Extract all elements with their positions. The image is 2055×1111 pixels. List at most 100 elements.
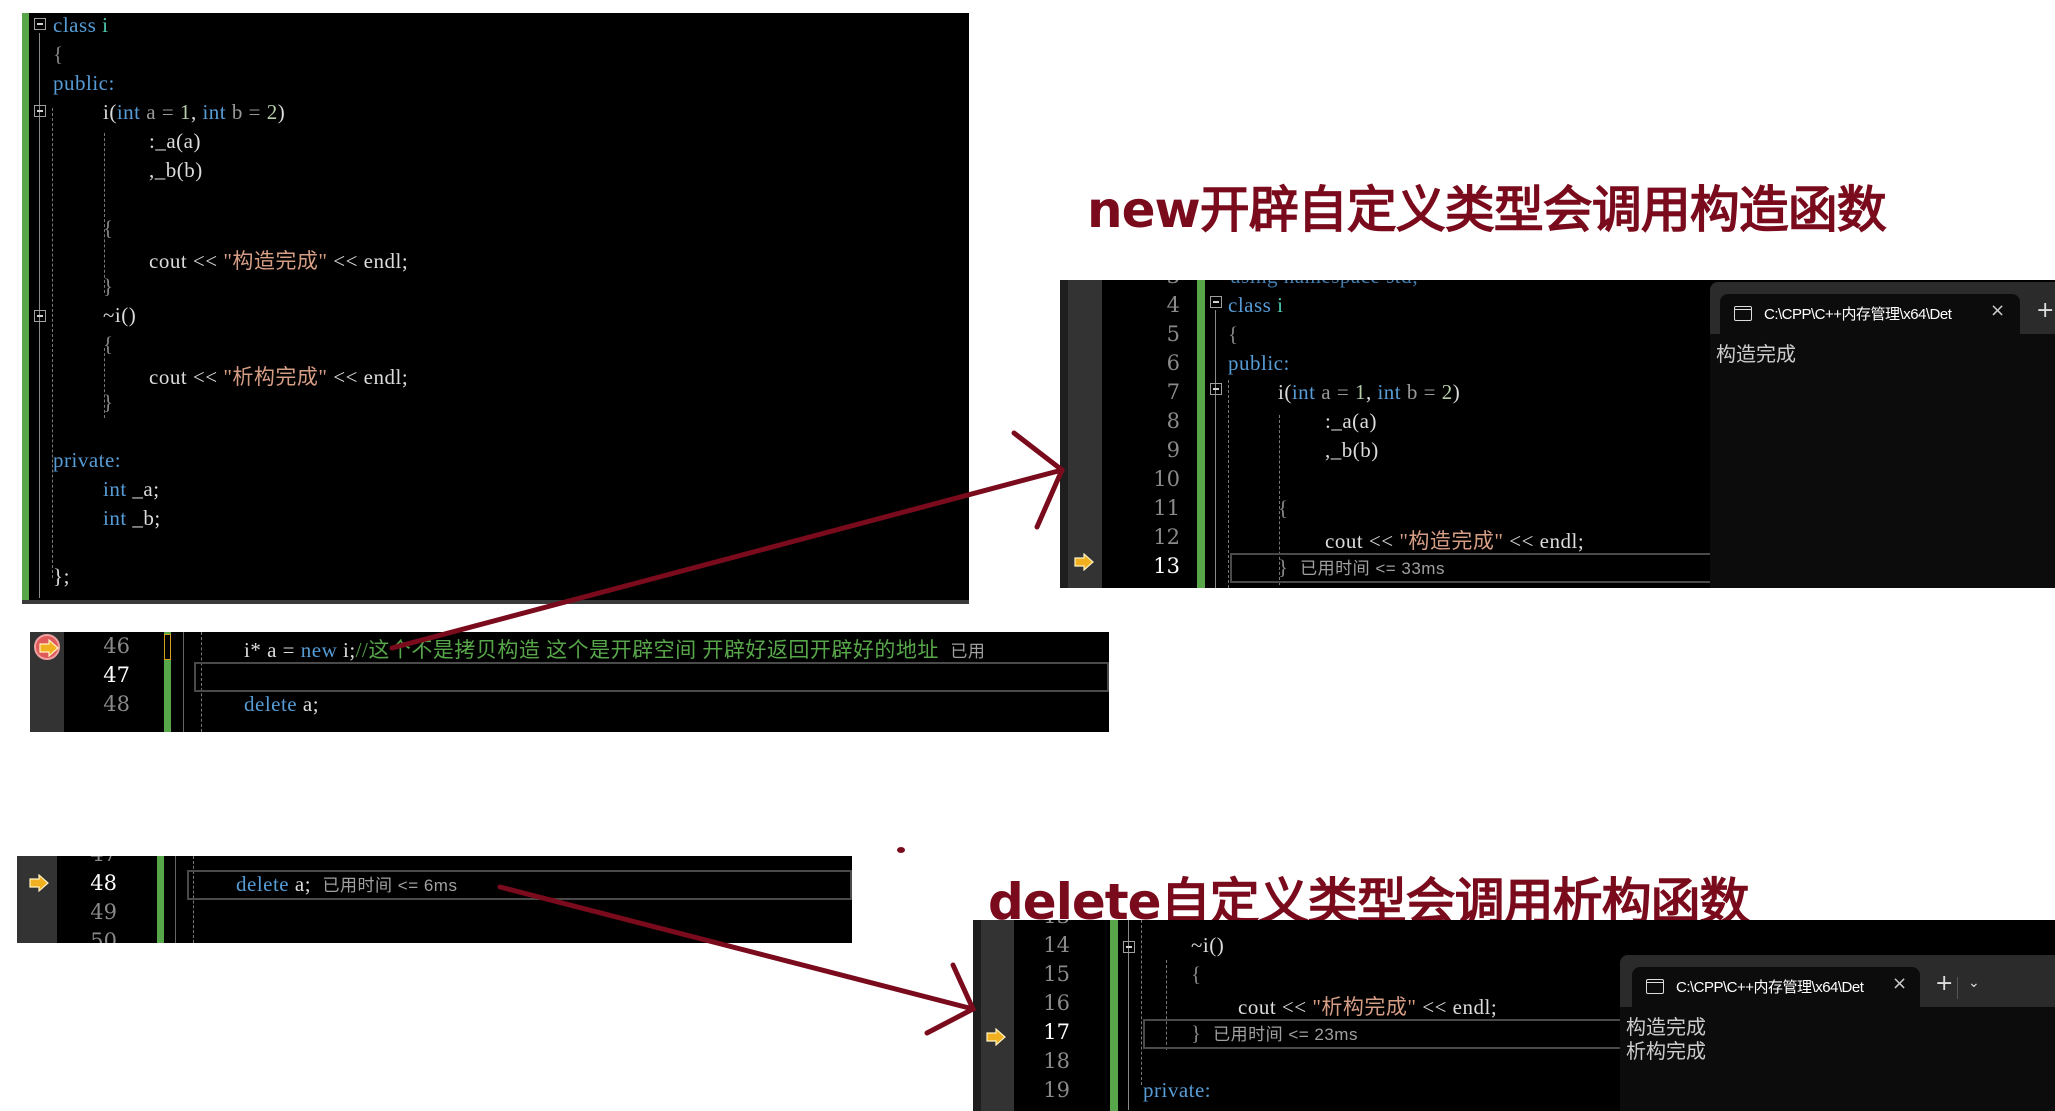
glyph-margin	[981, 920, 1014, 1111]
line-number: 14	[1043, 933, 1070, 957]
console-window: C:\CPP\C++内存管理\x64\Det × + 构造完成	[1710, 282, 2055, 588]
new-snippet-editor: 46 47 48 i* a = new i;//这个不是拷贝构造 这个是开辟空间…	[30, 632, 1109, 732]
code-line: {	[1191, 962, 1202, 986]
console-tab[interactable]: C:\CPP\C++内存管理\x64\Det ×	[1632, 967, 1920, 1007]
number: 1	[1354, 380, 1366, 404]
console-tab-title: C:\CPP\C++内存管理\x64\Det	[1764, 306, 1952, 323]
current-line-highlight	[194, 662, 1109, 692]
arrow-delete-head	[924, 962, 977, 1036]
comma: ,	[1365, 380, 1378, 404]
breakpoint-current-icon[interactable]	[34, 634, 60, 660]
line-number: 8	[1166, 409, 1180, 433]
code-line: {	[1278, 496, 1289, 520]
comment: //这个不是拷贝构造 这个是开辟空间 开辟好返回开辟好的地址	[355, 638, 939, 662]
keyword: int	[202, 100, 227, 124]
elapsed-time-hint: 已用时间 <= 6ms	[322, 876, 458, 895]
ctor-debug-editor: 3 4 5 6 7 8 9 10 11 12 13 using namespac…	[1060, 280, 2055, 588]
gutter-edge	[973, 920, 981, 1111]
keyword: int	[103, 477, 127, 501]
code-line: ,_b(b)	[1325, 438, 1379, 462]
console-tab[interactable]: C:\CPP\C++内存管理\x64\Det ×	[1720, 294, 2020, 334]
code-text: cout <<	[1238, 995, 1313, 1019]
line-number: 19	[1043, 1078, 1070, 1102]
code-line: {	[103, 332, 114, 356]
string-literal: "析构完成"	[1312, 995, 1417, 1019]
line-number: 13	[1040, 920, 1070, 928]
code-line: private:	[53, 448, 122, 472]
code-text: cout <<	[1325, 529, 1400, 553]
code-line: public:	[1228, 351, 1290, 375]
fold-toggle-dtor[interactable]	[1123, 941, 1135, 953]
code-line: cout << "构造完成" << endl;	[149, 245, 408, 275]
change-bar	[1110, 920, 1118, 1111]
console-icon	[1734, 306, 1752, 321]
code-text: a;	[297, 692, 320, 716]
line-number: 16	[1043, 991, 1070, 1015]
chevron-down-icon[interactable]: ⌄	[1968, 975, 1980, 991]
unsaved-marker	[164, 634, 171, 660]
line-number: 5	[1166, 322, 1180, 346]
close-tab-icon[interactable]: ×	[1892, 973, 1907, 994]
line-number: 47	[103, 663, 130, 687]
string-literal: "析构完成"	[223, 365, 328, 389]
fold-toggle-ctor[interactable]	[34, 105, 46, 117]
class-name: i	[102, 13, 109, 37]
param: b =	[1401, 380, 1442, 404]
line-number: 17	[1043, 1020, 1070, 1044]
fold-toggle-ctor[interactable]	[1210, 383, 1222, 395]
line-number: 48	[90, 871, 117, 895]
string-literal: "构造完成"	[1399, 529, 1504, 553]
fold-toggle-class[interactable]	[1210, 296, 1222, 308]
code-line: delete a; 已用时间 <= 6ms	[236, 871, 457, 897]
code-text: cout <<	[149, 249, 224, 273]
member: _b;	[126, 506, 161, 530]
console-tab-title: C:\CPP\C++内存管理\x64\Det	[1676, 979, 1864, 996]
new-tab-icon[interactable]: +	[1935, 971, 1953, 996]
code-line: ,_b(b)	[149, 158, 203, 182]
console-output: 构造完成 析构完成	[1626, 1015, 1706, 1063]
code-line: }	[103, 390, 114, 414]
code-line: public:	[53, 71, 115, 95]
change-bar	[22, 13, 29, 604]
code-text: i;	[337, 638, 356, 662]
paren: (	[109, 100, 117, 124]
scope-guide	[104, 133, 105, 293]
line-number: 49	[90, 900, 117, 924]
change-bar	[1197, 280, 1205, 588]
code-line: i(int a = 1, int b = 2)	[1278, 380, 1460, 405]
code-line: ~i()	[103, 303, 137, 327]
class-source-editor: class i { public: i(int a = 1, int b = 2…	[22, 13, 969, 604]
code-line: }	[103, 274, 114, 298]
keyword: new	[300, 638, 338, 662]
fold-toggle-class[interactable]	[34, 18, 46, 30]
new-tab-icon[interactable]: +	[2036, 298, 2054, 323]
code-text: << endl;	[1503, 529, 1585, 553]
arrow-new-head	[1011, 430, 1066, 530]
line-number: 3	[1150, 280, 1180, 288]
fold-guide	[183, 632, 184, 732]
code-line: :_a(a)	[149, 129, 201, 153]
line-number: 46	[103, 634, 130, 658]
line-number: 6	[1166, 351, 1180, 375]
dtor-debug-editor: 13 14 15 16 17 18 19 ~i() { cout << "析构完…	[973, 920, 2055, 1111]
change-bar	[157, 856, 164, 943]
line-number: 9	[1166, 438, 1180, 462]
code-line: {	[103, 216, 114, 240]
current-statement-arrow-icon	[986, 1028, 1006, 1046]
string-literal: "构造完成"	[223, 249, 328, 273]
code-text: << endl;	[327, 249, 409, 273]
code-line: int _b;	[103, 506, 161, 531]
line-number: 10	[1153, 467, 1180, 491]
code-line: class i	[53, 13, 108, 38]
fold-toggle-dtor[interactable]	[34, 310, 46, 322]
elapsed-time-hint: 已用时间 <= 23ms	[1213, 1025, 1358, 1044]
code-line: int _a;	[103, 477, 160, 502]
keyword: class	[1228, 293, 1272, 317]
param: a =	[140, 100, 180, 124]
code-line: {	[53, 42, 64, 66]
paren: )	[277, 100, 286, 124]
param: b =	[226, 100, 267, 124]
close-tab-icon[interactable]: ×	[1990, 300, 2005, 321]
current-statement-arrow-icon	[1074, 553, 1094, 571]
scrollbar[interactable]	[22, 600, 969, 604]
